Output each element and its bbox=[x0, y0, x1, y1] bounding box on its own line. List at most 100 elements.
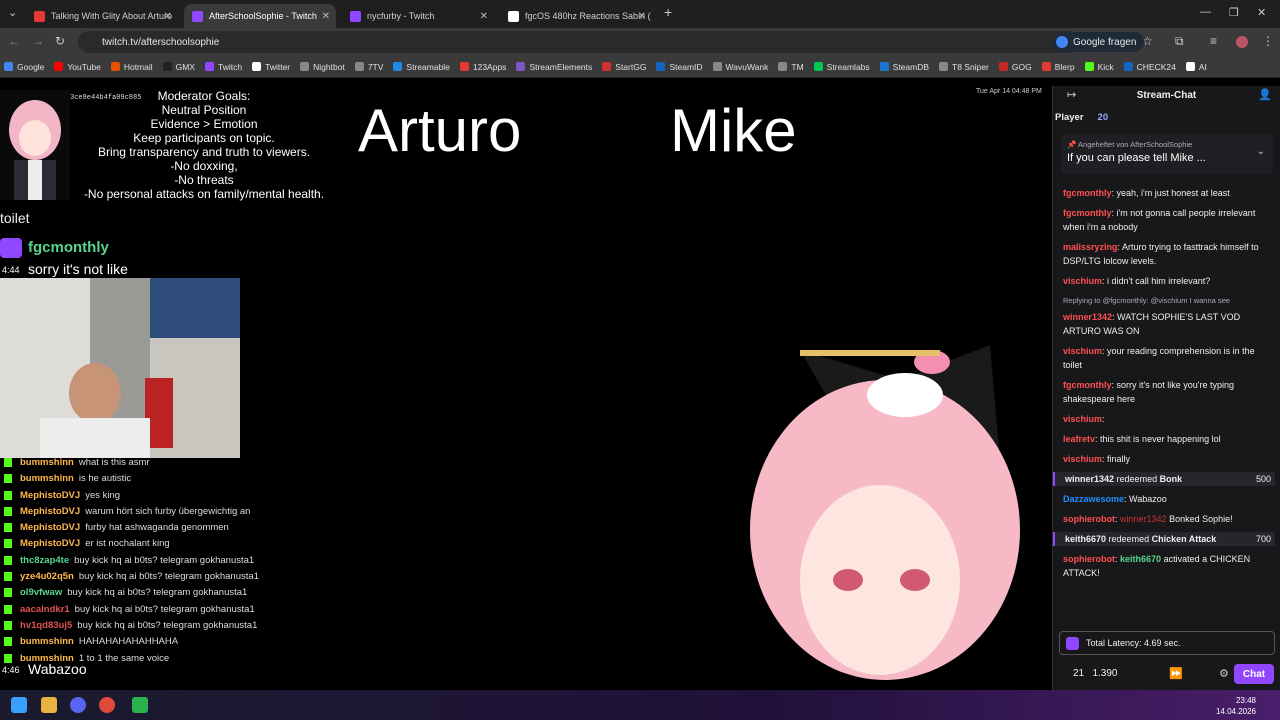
bookmark-item[interactable]: SteamID bbox=[656, 62, 703, 72]
chat-username[interactable]: winner1342 bbox=[1063, 312, 1112, 322]
bookmark-item[interactable]: Blerp bbox=[1041, 62, 1075, 72]
chat-username[interactable]: fgcmonthly bbox=[1063, 380, 1112, 390]
close-icon[interactable]: ✕ bbox=[322, 11, 330, 22]
close-icon[interactable]: ✕ bbox=[480, 11, 488, 22]
media-icon[interactable]: ≡ bbox=[1210, 34, 1217, 48]
file-explorer-icon[interactable] bbox=[41, 697, 57, 713]
tab-1[interactable]: Talking With Glity About Arturo ✕ bbox=[26, 4, 178, 28]
chat-username[interactable]: sophierobot bbox=[1063, 554, 1115, 564]
bookmark-item[interactable]: Streamable bbox=[393, 61, 450, 72]
overlay-chat-line: hv1qd83uj5 buy kick hq ai b0ts? telegram … bbox=[0, 618, 300, 634]
discord-icon[interactable] bbox=[70, 697, 86, 713]
menu-icon[interactable]: ⋮ bbox=[1262, 34, 1274, 48]
play-icon[interactable]: ⏩ bbox=[1169, 667, 1183, 680]
bookmark-icon bbox=[998, 62, 1008, 71]
google-ask-button[interactable]: Google fragen bbox=[1052, 32, 1145, 52]
chat-username[interactable]: vischium bbox=[1063, 276, 1102, 286]
bookmark-icon bbox=[354, 62, 364, 71]
system-clock[interactable]: 23:48 14.04.2026 bbox=[1216, 695, 1256, 717]
overlay-chat-time: 4:46 bbox=[2, 665, 20, 675]
chat-button[interactable]: Chat bbox=[1234, 664, 1274, 684]
chat-username[interactable]: fgcmonthly bbox=[1063, 188, 1112, 198]
bookmark-item[interactable]: T8 Sniper bbox=[939, 62, 989, 72]
tab-3[interactable]: nycfurby - Twitch ✕ bbox=[342, 4, 494, 28]
windows-start-icon[interactable] bbox=[11, 697, 27, 713]
bookmark-item[interactable]: Google bbox=[4, 62, 44, 72]
bookmark-icon bbox=[813, 62, 823, 71]
bookmark-item[interactable]: CHECK24 bbox=[1123, 61, 1176, 72]
kick-icon bbox=[4, 620, 12, 630]
chat-username[interactable]: Dazzawesome bbox=[1063, 494, 1124, 504]
bookmark-label: CHECK24 bbox=[1136, 61, 1176, 72]
chevron-down-icon[interactable]: ⌄ bbox=[1257, 146, 1265, 157]
chat-username[interactable]: vischium bbox=[1063, 414, 1102, 424]
bookmark-item[interactable]: Hotmail bbox=[110, 62, 153, 72]
chat-username[interactable]: winner1342 bbox=[1065, 474, 1114, 484]
bookmark-item[interactable]: YouTube bbox=[54, 62, 101, 72]
pinned-message[interactable]: 📌 Angeheftet von AfterSchoolSophie If yo… bbox=[1061, 134, 1273, 174]
gear-icon[interactable]: ⚙ bbox=[1219, 667, 1229, 680]
close-icon[interactable]: ✕ bbox=[164, 11, 172, 22]
bookmark-icon bbox=[1123, 62, 1133, 71]
bookmark-item[interactable]: Twitch bbox=[205, 62, 242, 72]
tab-2[interactable]: AfterSchoolSophie - Twitch ✕ bbox=[184, 4, 336, 28]
bookmark-item[interactable]: 7TV bbox=[354, 62, 383, 72]
overlay-chat-message: yes king bbox=[85, 489, 121, 501]
bookmarks-bar: Google YouTube Hotmail GMX Twitch Twitter Nigh… bbox=[0, 56, 1280, 78]
chat-message: vischium: your reading comprehension is … bbox=[1063, 344, 1275, 372]
kick-icon bbox=[4, 588, 12, 598]
bookmark-item[interactable]: StartGG bbox=[602, 62, 646, 72]
mod-goal-line: -No threats bbox=[174, 173, 234, 187]
bookmark-item[interactable]: Streamlabs bbox=[813, 61, 870, 72]
back-icon[interactable]: ← bbox=[8, 34, 20, 48]
bookmark-item[interactable]: AI bbox=[1185, 62, 1207, 72]
mod-goal-line: -No doxxing, bbox=[170, 159, 238, 173]
bookmark-item[interactable]: StreamElements bbox=[516, 62, 592, 72]
reload-icon[interactable]: ↻ bbox=[55, 34, 65, 48]
chat-username[interactable]: vischium bbox=[1063, 454, 1102, 464]
chrome-icon[interactable] bbox=[99, 697, 115, 713]
tab-4[interactable]: fgcOS 480hz Reactions Sabin (✕ bbox=[500, 4, 652, 28]
bookmark-item[interactable]: 123Apps bbox=[459, 62, 506, 72]
new-tab-icon[interactable]: + bbox=[664, 4, 672, 20]
close-window-icon[interactable]: ✕ bbox=[1257, 6, 1266, 19]
bookmark-item[interactable]: Twitter bbox=[252, 62, 290, 72]
forward-icon[interactable]: → bbox=[32, 34, 44, 48]
bookmark-item[interactable]: GOG bbox=[998, 62, 1032, 72]
google-ask-label: Google fragen bbox=[1073, 36, 1137, 48]
bookmark-item[interactable]: GMX bbox=[162, 62, 195, 72]
bookmark-icon bbox=[656, 62, 666, 71]
chat-username[interactable]: leafretv bbox=[1063, 434, 1095, 444]
bookmark-item[interactable]: SteamDB bbox=[879, 62, 929, 72]
extensions-icon[interactable]: ⧉ bbox=[1175, 34, 1184, 49]
close-icon[interactable]: ✕ bbox=[638, 11, 646, 22]
overlay-chat-message: sorry it's not like bbox=[28, 261, 128, 277]
bookmark-item[interactable]: WavuWank bbox=[712, 62, 768, 72]
maximize-icon[interactable]: ❐ bbox=[1229, 6, 1239, 19]
bookmark-item[interactable]: Nightbot bbox=[300, 62, 345, 72]
bookmark-label: Streamlabs bbox=[826, 61, 870, 72]
bookmark-item[interactable]: TM bbox=[778, 62, 804, 72]
redeem-verb: redeemed bbox=[1108, 534, 1150, 544]
chat-message: winner1342: WATCH SOPHIE'S LAST VOD ARTU… bbox=[1063, 310, 1275, 338]
chat-message-text: this shit is never happening lol bbox=[1100, 434, 1221, 444]
chat-username[interactable]: fgcmonthly bbox=[1063, 208, 1112, 218]
pin-icon: 📌 bbox=[1067, 140, 1077, 149]
bookmark-label: Streamable bbox=[406, 61, 450, 72]
chat-username[interactable]: malissryzing bbox=[1063, 242, 1118, 252]
app-icon[interactable] bbox=[132, 697, 148, 713]
tab-search-icon[interactable]: ⌄ bbox=[8, 6, 17, 19]
chat-username[interactable]: vischium bbox=[1063, 346, 1102, 356]
chat-username[interactable]: sophierobot bbox=[1063, 514, 1115, 524]
avatar[interactable] bbox=[1236, 36, 1248, 48]
users-icon[interactable]: 👤 bbox=[1258, 88, 1272, 101]
overlay-chat-message: Wabazoo bbox=[28, 661, 87, 677]
minimize-icon[interactable]: — bbox=[1200, 6, 1211, 18]
url-field[interactable]: twitch.tv/afterschoolsophie bbox=[78, 31, 1078, 53]
separator: : bbox=[1102, 414, 1105, 424]
collapse-chat-icon[interactable]: ↦ bbox=[1067, 88, 1076, 101]
channel-points[interactable]: 21 1.390 bbox=[1073, 668, 1118, 679]
bits-count: 21 bbox=[1073, 668, 1085, 679]
bookmark-item[interactable]: Kick bbox=[1084, 62, 1114, 72]
chat-username[interactable]: keith6670 bbox=[1065, 534, 1106, 544]
